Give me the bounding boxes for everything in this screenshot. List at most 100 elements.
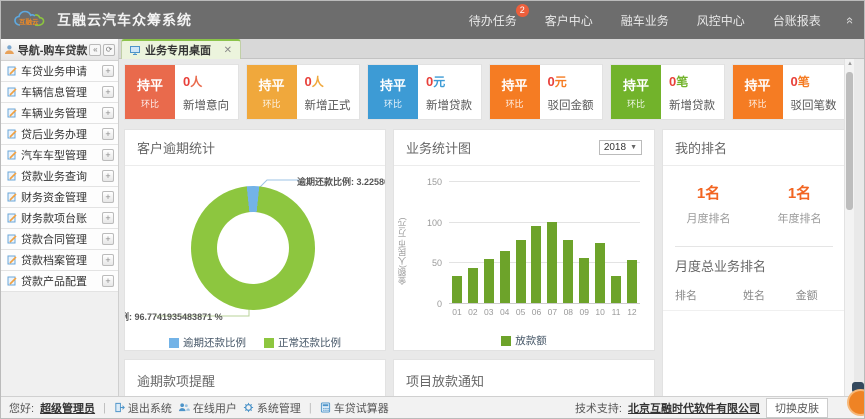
legend-swatch: [264, 338, 274, 348]
app-window: 互融云 互融云汽车众筹系统 待办任务 2 客户中心 融车业务 风控中心 台账报表…: [0, 0, 865, 419]
legend-item-overdue[interactable]: 逾期还款比例: [169, 335, 246, 350]
tab-business-desktop[interactable]: 业务专用桌面 ✕: [121, 39, 241, 59]
close-tab-icon[interactable]: ✕: [224, 45, 232, 56]
online-users-button[interactable]: 在线用户: [178, 400, 237, 416]
svg-text:互融云: 互融云: [19, 17, 39, 26]
sidebar-item-post-loan[interactable]: 贷后业务办理+: [1, 124, 118, 145]
bar: [516, 182, 526, 303]
chevron-down-icon: ▼: [630, 144, 637, 151]
content: 持平环比 0人新增意向 持平环比 0人新增正式 持平环比 0元新增贷款 持平环比…: [124, 59, 846, 396]
bar: [484, 182, 494, 303]
expand-plus-icon[interactable]: +: [102, 107, 114, 119]
panel-business-statistics: 业务统计图 2018▼ 金额(人民币 万元) 050100150 0102030…: [393, 129, 655, 351]
kpi-card-new-loan-count: 持平环比 0笔新增贷款: [610, 64, 725, 120]
bar: [627, 182, 637, 303]
sidebar-item-vehicle-info[interactable]: 车辆信息管理+: [1, 82, 118, 103]
nav-label: 台账报表: [773, 14, 821, 28]
sidebar-item-contract-mgmt[interactable]: 贷款合同管理+: [1, 229, 118, 250]
y-tick-label: 50: [432, 258, 442, 268]
bar: [579, 182, 589, 303]
sidebar-item-finance-funds[interactable]: 财务资金管理+: [1, 187, 118, 208]
doc-edit-icon: [7, 213, 17, 223]
col-name: 姓名: [728, 287, 781, 303]
kpi-label: 驳回金额: [548, 97, 603, 113]
nav-item-ledger-report[interactable]: 台账报表: [773, 12, 821, 29]
logout-button[interactable]: 退出系统: [114, 400, 172, 416]
panel-title: 我的排名: [675, 138, 727, 157]
expand-plus-icon[interactable]: +: [102, 149, 114, 161]
refresh-icon[interactable]: ⟳: [103, 44, 115, 56]
expand-plus-icon[interactable]: +: [102, 170, 114, 182]
sidebar-item-product-config[interactable]: 贷款产品配置+: [1, 271, 118, 292]
kpi-trend-block: 持平环比: [733, 65, 783, 119]
skin-switch-button[interactable]: 切换皮肤: [766, 398, 828, 418]
sidebar-item-loan-query[interactable]: 贷款业务查询+: [1, 166, 118, 187]
nav-label: 客户中心: [545, 14, 593, 28]
sidebar-menu: 车贷业务申请+ 车辆信息管理+ 车辆业务管理+ 贷后业务办理+ 汽车车型管理+ …: [1, 61, 118, 292]
legend-swatch: [169, 338, 179, 348]
kpi-card-new-loan-amount: 持平环比 0元新增贷款: [367, 64, 482, 120]
sidebar-item-vehicle-business[interactable]: 车辆业务管理+: [1, 103, 118, 124]
nav-item-customer-center[interactable]: 客户中心: [545, 12, 593, 29]
x-tick-label: 10: [594, 307, 606, 317]
nav-item-car-finance[interactable]: 融车业务: [621, 12, 669, 29]
sidebar-header: 导航-购车贷款 « ⟳: [1, 39, 118, 61]
kpi-card-new-formal: 持平环比 0人新增正式: [246, 64, 361, 120]
y-tick-label: 150: [427, 177, 442, 187]
doc-edit-icon: [7, 171, 17, 181]
panel-title: 逾期款项提醒: [137, 371, 215, 390]
sidebar-item-archive-mgmt[interactable]: 贷款档案管理+: [1, 250, 118, 271]
legend-item-normal[interactable]: 正常还款比例: [264, 335, 341, 350]
collapse-sidebar-icon[interactable]: «: [89, 44, 101, 56]
expand-plus-icon[interactable]: +: [102, 86, 114, 98]
tab-bar: 业务专用桌面 ✕: [119, 39, 864, 59]
expand-plus-icon[interactable]: +: [102, 128, 114, 140]
doc-edit-icon: [7, 234, 17, 244]
top-header: 互融云 互融云汽车众筹系统 待办任务 2 客户中心 融车业务 风控中心 台账报表…: [1, 1, 865, 39]
expand-plus-icon[interactable]: +: [102, 233, 114, 245]
kpi-card-rejected-amount: 持平环比 0元驳回金额: [489, 64, 604, 120]
kpi-label: 新增贷款: [426, 97, 481, 113]
rank-stats: 1名月度排名 1名年度排名: [663, 166, 845, 236]
x-tick-label: 06: [530, 307, 542, 317]
expand-plus-icon[interactable]: +: [102, 65, 114, 77]
y-axis-label: 金额(人民币 万元): [396, 196, 408, 306]
collapse-header-icon[interactable]: «: [843, 16, 858, 23]
company-link[interactable]: 北京互融时代软件有限公司: [628, 400, 760, 416]
kpi-card-rejected-count: 持平环比 0笔驳回笔数: [732, 64, 847, 120]
x-tick-label: 02: [467, 307, 479, 317]
nav-item-todo-tasks[interactable]: 待办任务 2: [469, 12, 517, 29]
bar: [547, 182, 557, 303]
kpi-label: 驳回笔数: [791, 97, 846, 113]
x-tick-label: 05: [515, 307, 527, 317]
nav-item-risk-center[interactable]: 风控中心: [697, 12, 745, 29]
expand-plus-icon[interactable]: +: [102, 254, 114, 266]
bar-chart: 金额(人民币 万元) 050100150 0102030405060708091…: [394, 166, 654, 351]
kpi-trend-block: 持平环比: [490, 65, 540, 119]
exit-icon: [114, 402, 125, 413]
legend-item-disbursement[interactable]: 放款额: [501, 333, 547, 348]
kpi-trend-block: 持平环比: [125, 65, 175, 119]
year-dropdown[interactable]: 2018▼: [599, 140, 642, 155]
overdue-ratio-callout: 逾期还款比例: 3.2258064516129: [297, 175, 385, 188]
panel-loan-disbursement-notice: 项目放款通知: [393, 359, 655, 399]
expand-plus-icon[interactable]: +: [102, 275, 114, 287]
nav-label: 融车业务: [621, 14, 669, 28]
col-rank: 排名: [675, 287, 728, 303]
loan-calculator-button[interactable]: 车贷试算器: [320, 400, 389, 416]
support-label: 技术支持:: [575, 400, 622, 416]
expand-plus-icon[interactable]: +: [102, 212, 114, 224]
sidebar-item-finance-ledger[interactable]: 财务款项台账+: [1, 208, 118, 229]
donut-ring[interactable]: [191, 186, 315, 310]
vertical-scrollbar: ▲: [844, 59, 854, 396]
system-management-button[interactable]: 系统管理: [243, 400, 301, 416]
sidebar-item-car-model[interactable]: 汽车车型管理+: [1, 145, 118, 166]
scrollbar-thumb[interactable]: [846, 72, 853, 210]
doc-edit-icon: [7, 150, 17, 160]
scroll-up-icon[interactable]: ▲: [845, 61, 855, 67]
bar-plot: [449, 182, 640, 304]
current-user-link[interactable]: 超级管理员: [40, 400, 95, 416]
kpi-label: 新增正式: [305, 97, 360, 113]
expand-plus-icon[interactable]: +: [102, 191, 114, 203]
sidebar-item-loan-application[interactable]: 车贷业务申请+: [1, 61, 118, 82]
